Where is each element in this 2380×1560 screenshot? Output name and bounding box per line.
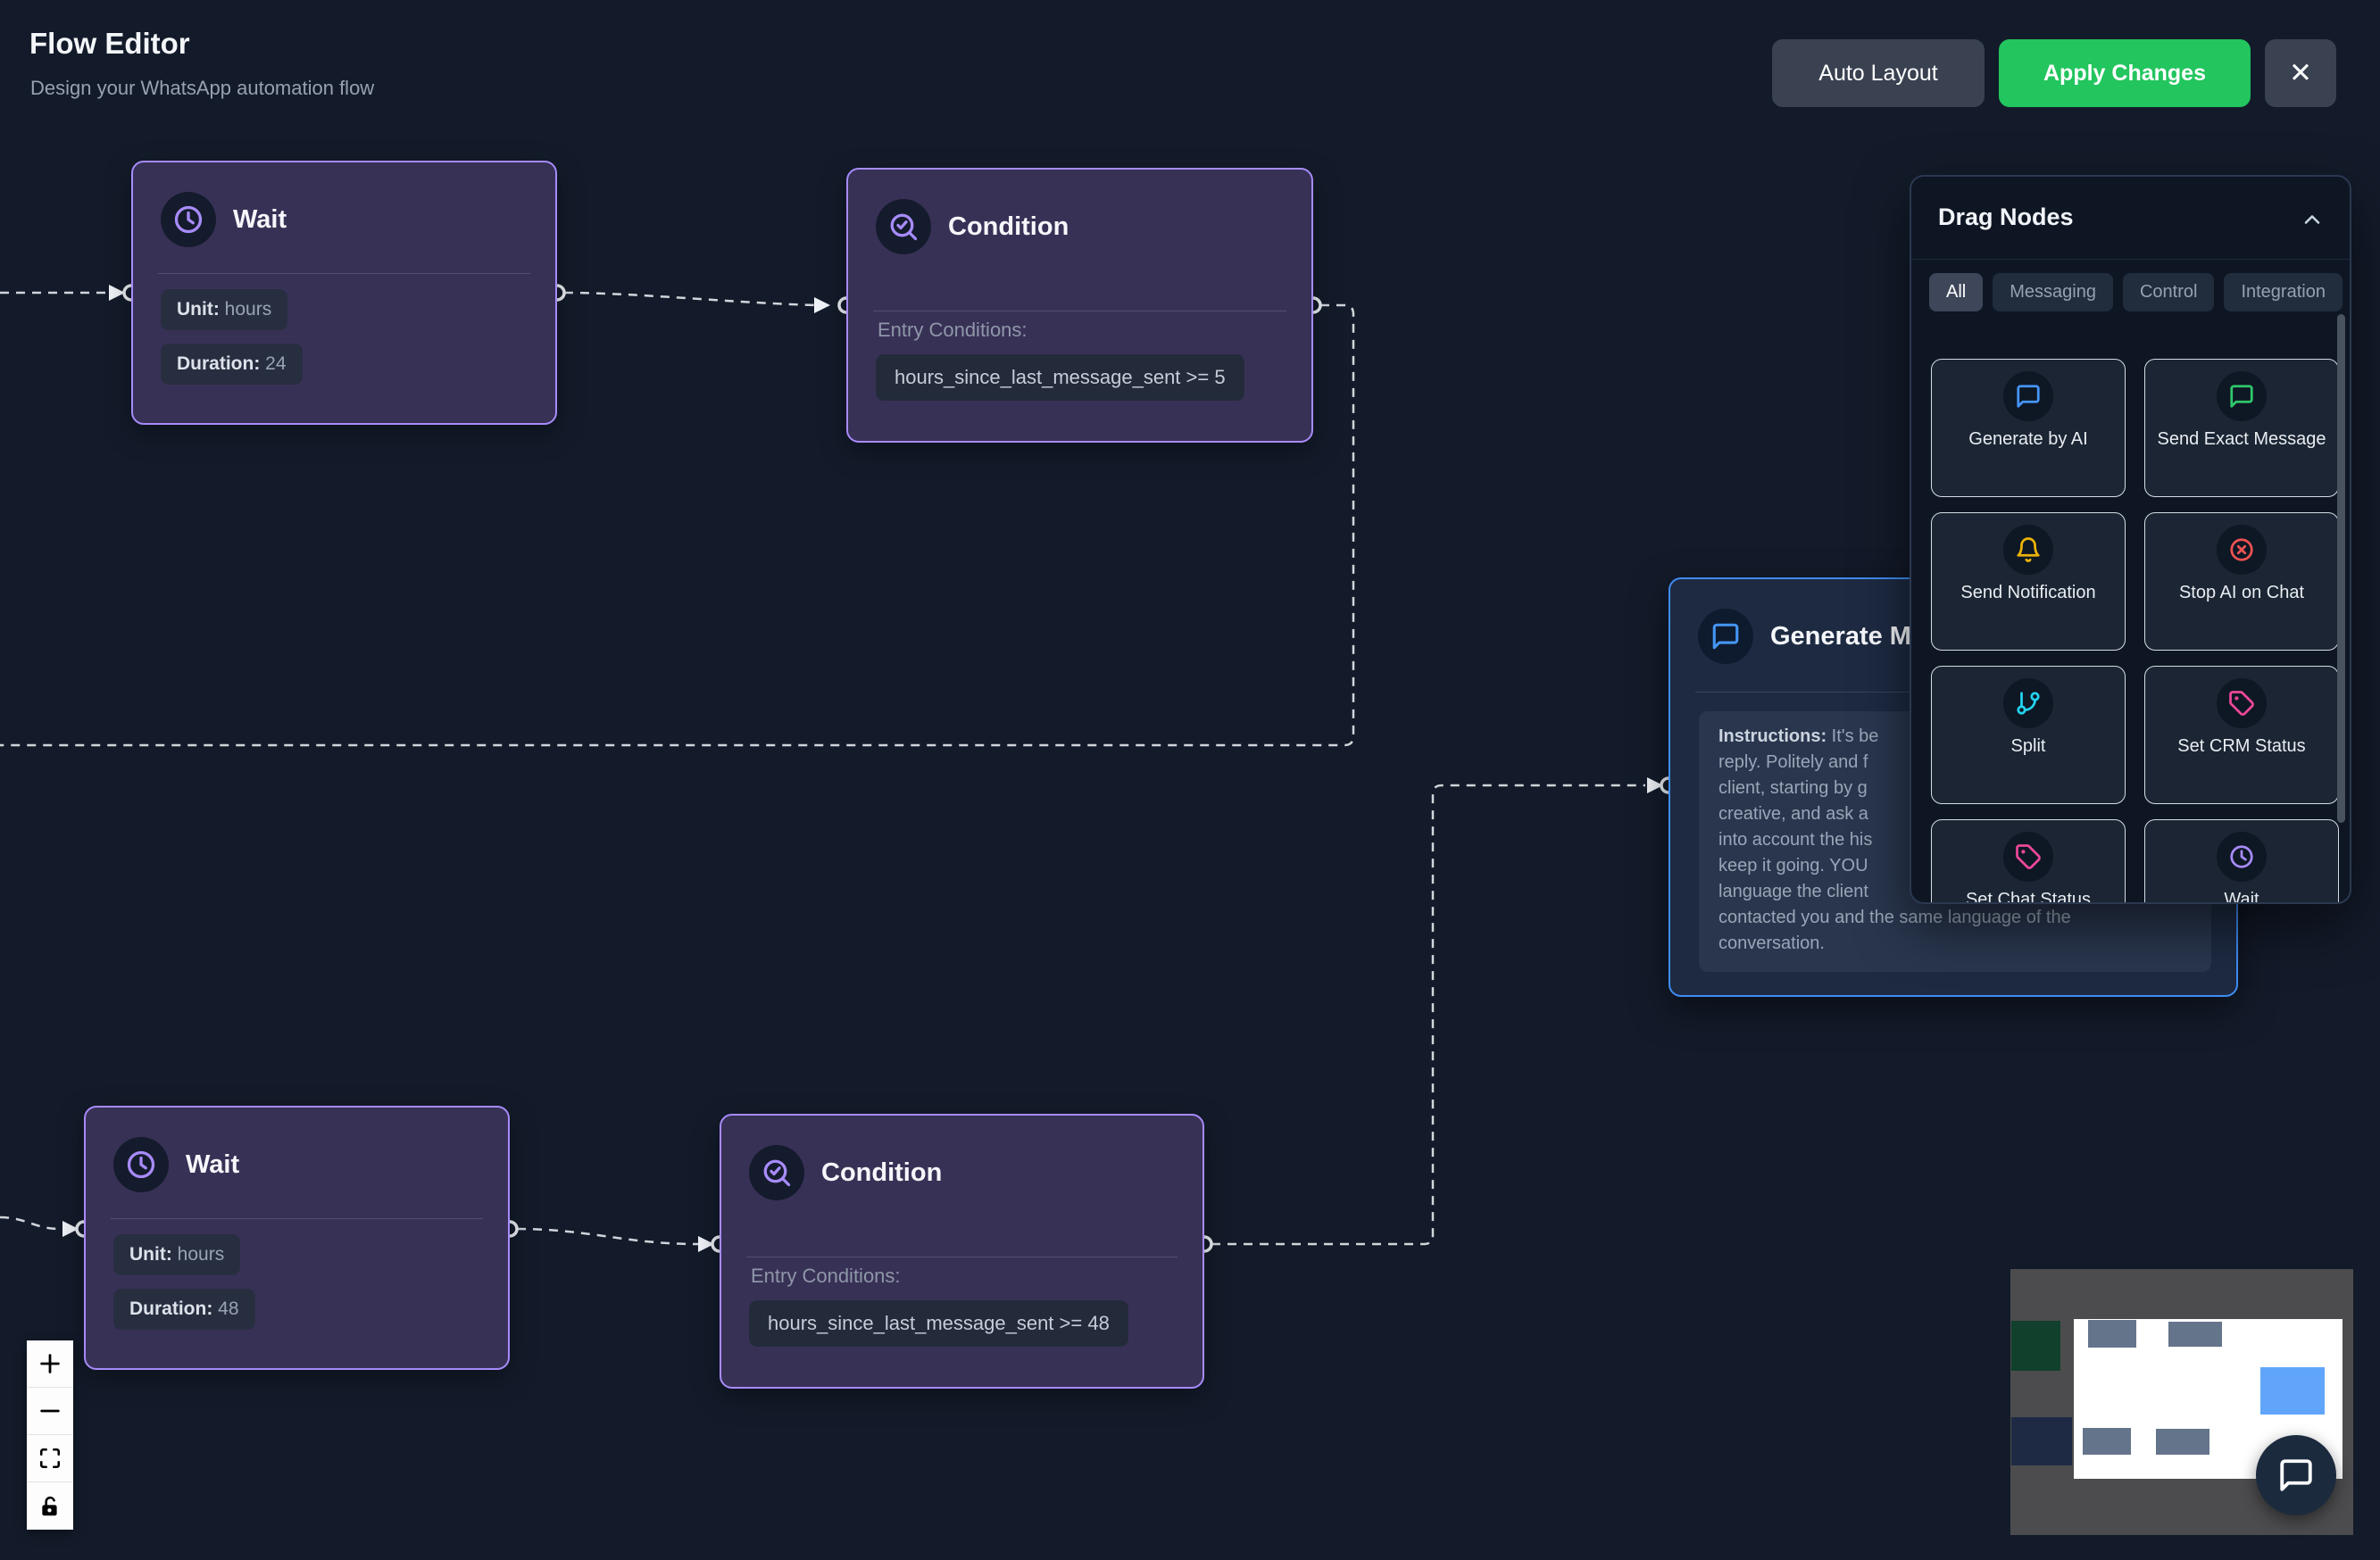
arrowhead-icon [814, 297, 830, 313]
palette-card-split[interactable]: Split [1931, 666, 2126, 804]
bell-icon [2015, 536, 2042, 563]
divider [158, 273, 530, 274]
duration-badge: Duration: 24 [161, 344, 303, 385]
palette-card-wait[interactable]: Wait [2144, 819, 2339, 904]
condition-expression: hours_since_last_message_sent >= 5 [876, 354, 1244, 401]
apply-changes-button[interactable]: Apply Changes [1999, 39, 2251, 107]
close-button[interactable]: ✕ [2265, 39, 2336, 107]
palette-card-send-exact-message[interactable]: Send Exact Message [2144, 359, 2339, 497]
entry-conditions-label: Entry Conditions: [878, 319, 1028, 342]
auto-layout-button[interactable]: Auto Layout [1772, 39, 1985, 107]
minimap-node [2011, 1321, 2060, 1371]
chevron-up-icon[interactable] [2300, 207, 2325, 236]
minus-icon [37, 1398, 62, 1423]
palette-card-send-notification[interactable]: Send Notification [1931, 512, 2126, 651]
palette-card-stop-ai-on-chat[interactable]: Stop AI on Chat [2144, 512, 2339, 651]
fit-view-button[interactable] [27, 1435, 73, 1482]
clock-icon [172, 203, 204, 236]
node-title: Condition [821, 1158, 942, 1188]
unit-badge: Unit: hours [113, 1234, 240, 1275]
minimap-node [2083, 1428, 2131, 1455]
tab-all[interactable]: All [1929, 273, 1983, 311]
condition-node-1[interactable]: Condition Entry Conditions: hours_since_… [846, 168, 1313, 443]
unit-badge: Unit: hours [161, 289, 287, 330]
search-check-icon [761, 1157, 793, 1189]
category-tabs: All Messaging Control Integration [1929, 273, 2349, 314]
unlock-icon [38, 1495, 62, 1518]
condition-node-2[interactable]: Condition Entry Conditions: hours_since_… [720, 1114, 1204, 1389]
entry-conditions-label: Entry Conditions: [751, 1265, 901, 1288]
duration-badge: Duration: 48 [113, 1289, 255, 1330]
search-check-icon [887, 211, 920, 243]
edge-incoming-wait2 [0, 1217, 59, 1229]
palette-card-generate-by-ai[interactable]: Generate by AI [1931, 359, 2126, 497]
node-title: Wait [186, 1150, 239, 1180]
edge-wait2-condition2 [517, 1229, 698, 1244]
git-branch-icon [2015, 690, 2042, 717]
wait-node-1[interactable]: Wait Unit: hours Duration: 24 [131, 161, 557, 425]
divider [111, 1218, 483, 1219]
circle-x-icon [2228, 536, 2255, 563]
palette-card-set-crm-status[interactable]: Set CRM Status [2144, 666, 2339, 804]
tag-icon [2228, 690, 2255, 717]
lock-toggle-button[interactable] [27, 1482, 73, 1530]
zoom-in-button[interactable] [27, 1340, 73, 1388]
page-subtitle: Design your WhatsApp automation flow [30, 77, 374, 100]
minimap-node [2260, 1367, 2325, 1415]
message-square-icon [2015, 383, 2042, 410]
edge-wait1-condition1 [564, 293, 828, 305]
minimap-node [2011, 1417, 2072, 1465]
wait-node-2[interactable]: Wait Unit: hours Duration: 48 [84, 1106, 510, 1370]
minimap-node [2156, 1429, 2209, 1455]
message-square-icon [1710, 621, 1741, 651]
tag-icon [2015, 843, 2042, 870]
chat-fab-button[interactable] [2256, 1435, 2336, 1515]
node-title: Condition [948, 212, 1069, 242]
edge-condition2-generate [1211, 785, 1645, 1244]
drag-nodes-panel: Drag Nodes All Messaging Control Integra… [1910, 175, 2351, 904]
zoom-out-button[interactable] [27, 1388, 73, 1435]
divider [1911, 259, 2350, 260]
maximize-icon [38, 1447, 62, 1470]
page-title: Flow Editor [29, 27, 190, 61]
message-square-icon [2277, 1456, 2315, 1494]
tab-integration[interactable]: Integration [2224, 273, 2343, 311]
panel-scrollbar[interactable] [2337, 314, 2345, 823]
tab-control[interactable]: Control [2123, 273, 2214, 311]
plus-icon [37, 1351, 62, 1376]
panel-title: Drag Nodes [1938, 203, 2074, 231]
canvas-controls [27, 1340, 73, 1530]
node-title: Wait [233, 205, 287, 235]
clock-icon [2228, 843, 2255, 870]
clock-icon [125, 1149, 157, 1181]
condition-expression: hours_since_last_message_sent >= 48 [749, 1300, 1128, 1347]
message-square-icon [2228, 383, 2255, 410]
minimap-node [2088, 1320, 2136, 1348]
tab-messaging[interactable]: Messaging [1993, 273, 2113, 311]
minimap-node [2168, 1322, 2222, 1347]
palette-card-set-chat-status[interactable]: Set Chat Status [1931, 819, 2126, 904]
